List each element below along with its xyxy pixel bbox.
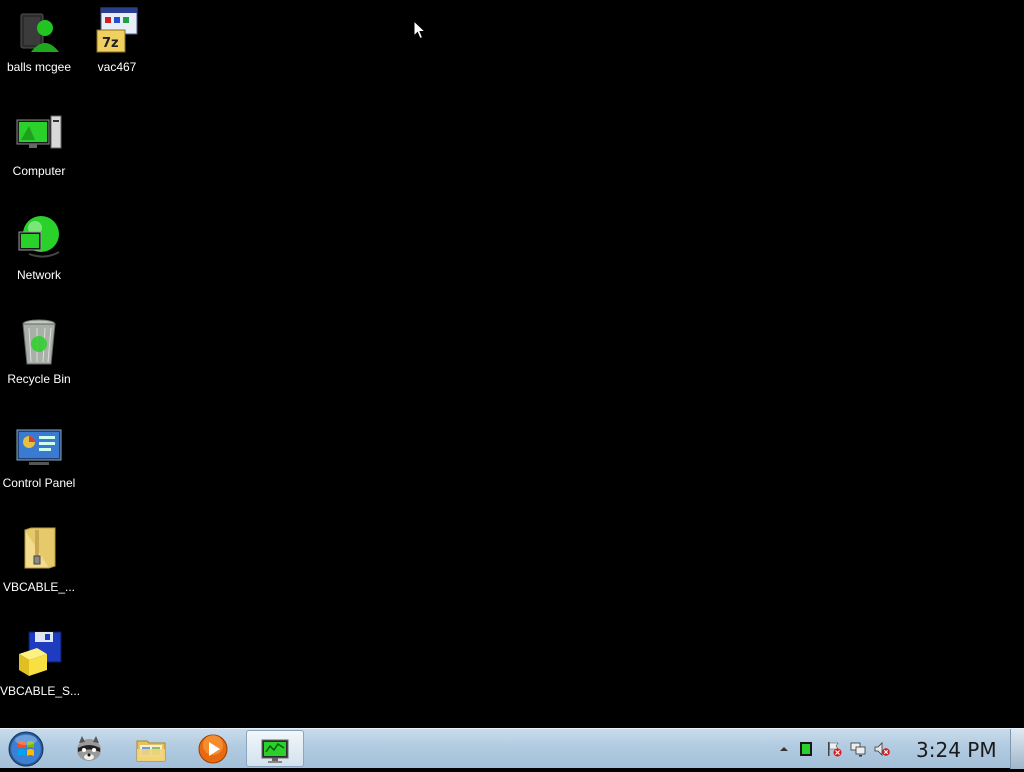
7z-installer-icon: 7z — [93, 6, 141, 54]
taskbar-app-monitor[interactable] — [246, 730, 304, 767]
taskbar-clock[interactable]: 3:24 PM — [916, 738, 997, 762]
show-desktop-button[interactable] — [1010, 729, 1024, 769]
taskbar: 3:24 PM — [0, 728, 1024, 769]
start-button[interactable] — [4, 731, 48, 767]
monitor-app-icon — [261, 739, 289, 763]
desktop-icon-balls-mcgee[interactable]: balls mcgee — [0, 0, 78, 74]
raccoon-app-icon — [77, 736, 101, 761]
desktop-icon-label: balls mcgee — [6, 60, 72, 74]
taskbar-app-file-explorer[interactable] — [122, 730, 180, 767]
desktop[interactable]: balls mcgee 7z vac467 Computer Network R… — [0, 0, 1024, 728]
network-icon — [15, 214, 63, 262]
desktop-icon-vbcable-zip[interactable]: VBCABLE_... — [0, 520, 78, 594]
desktop-icon-control-panel[interactable]: Control Panel — [0, 416, 78, 490]
mouse-pointer-icon — [413, 19, 427, 40]
network-status-icon[interactable] — [850, 741, 866, 757]
desktop-icon-vac467[interactable]: 7z vac467 — [78, 0, 156, 74]
desktop-icon-label: VBCABLE_S... — [0, 684, 81, 698]
desktop-icon-recycle-bin[interactable]: Recycle Bin — [0, 312, 78, 386]
setup-installer-icon — [15, 630, 63, 678]
system-tray: 3:24 PM — [770, 729, 1010, 769]
action-center-icon[interactable] — [826, 741, 842, 757]
taskbar-app-raccoon[interactable] — [60, 730, 118, 767]
zip-folder-icon — [15, 526, 63, 574]
computer-icon — [15, 110, 63, 158]
volume-muted-icon[interactable] — [874, 741, 890, 757]
desktop-icon-label: VBCABLE_... — [2, 580, 76, 594]
desktop-icon-computer[interactable]: Computer — [0, 104, 78, 178]
media-player-icon — [198, 734, 228, 764]
desktop-icon-label: Computer — [12, 164, 66, 178]
file-explorer-icon — [136, 740, 166, 762]
desktop-icon-network[interactable]: Network — [0, 208, 78, 282]
control-panel-icon — [15, 422, 63, 470]
windows-orb-icon — [8, 731, 44, 767]
taskbar-app-media-player[interactable] — [184, 730, 242, 767]
desktop-icon-label: Recycle Bin — [7, 372, 71, 386]
green-app-icon[interactable] — [798, 741, 814, 757]
desktop-icon-label: Network — [16, 268, 61, 282]
desktop-icon-label: vac467 — [97, 60, 137, 74]
recycle-bin-icon — [15, 318, 63, 366]
desktop-icon-vbcable-setup[interactable]: VBCABLE_S... — [0, 624, 81, 698]
desktop-icon-label: Control Panel — [2, 476, 76, 490]
show-hidden-icons-icon[interactable] — [776, 741, 792, 757]
svg-text:7z: 7z — [102, 36, 119, 51]
user-folder-icon — [15, 6, 63, 54]
